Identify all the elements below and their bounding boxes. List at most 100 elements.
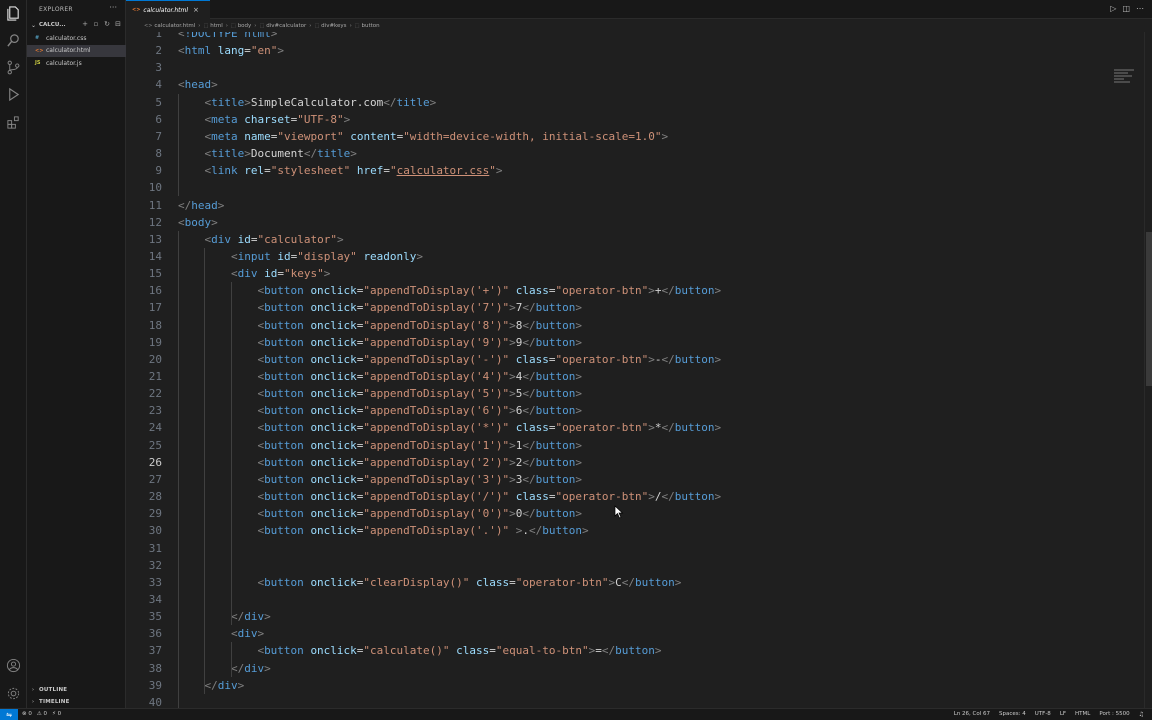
- code-line[interactable]: 26 <button onclick="appendToDisplay('2')"…: [126, 454, 1144, 471]
- code-line[interactable]: 33 <button onclick="clearDisplay()" class…: [126, 574, 1144, 591]
- more-actions-icon[interactable]: ···: [109, 3, 117, 12]
- code-line[interactable]: 32: [126, 557, 1144, 574]
- workspace-folder[interactable]: ⌄ CALCU... + ▫ ↻ ⊟: [27, 19, 126, 31]
- source-control-icon[interactable]: [5, 59, 22, 76]
- account-icon[interactable]: [5, 657, 22, 674]
- file-item[interactable]: # calculator.css: [27, 32, 126, 44]
- code-text: <button onclick="appendToDisplay('4')">4…: [257, 368, 582, 385]
- breadcrumb-item[interactable]: › ⬚ button: [347, 23, 380, 29]
- code-token: >: [661, 129, 669, 143]
- code-text: <div id="calculator">: [204, 231, 343, 248]
- code-line[interactable]: 2 <html lang="en">: [126, 42, 1144, 59]
- code-line[interactable]: 35 </div>: [126, 608, 1144, 625]
- code-token: <: [178, 32, 185, 40]
- code-line[interactable]: 37 <button onclick="calculate()" class="e…: [126, 642, 1144, 659]
- code-line[interactable]: 9 <link rel="stylesheet" href="calculator…: [126, 162, 1144, 179]
- code-line[interactable]: 40: [126, 694, 1144, 708]
- code-line[interactable]: 30 <button onclick="appendToDisplay('.')"…: [126, 522, 1144, 539]
- explorer-icon[interactable]: [5, 5, 22, 22]
- status-item[interactable]: HTML: [1075, 711, 1090, 718]
- code-line[interactable]: 10: [126, 179, 1144, 196]
- collapse-all-icon[interactable]: ⊟: [114, 20, 122, 28]
- code-token: button: [264, 284, 304, 298]
- code-line[interactable]: 36 <div>: [126, 625, 1144, 642]
- code-line[interactable]: 4 <head>: [126, 76, 1144, 93]
- code-line[interactable]: 16 <button onclick="appendToDisplay('+')"…: [126, 282, 1144, 299]
- breadcrumb-item[interactable]: › ⬚ html: [195, 23, 222, 29]
- status-item[interactable]: ⊗ 0: [22, 711, 32, 717]
- code-line[interactable]: 11 </head>: [126, 197, 1144, 214]
- code-line[interactable]: 17 <button onclick="appendToDisplay('7')"…: [126, 299, 1144, 316]
- status-item[interactable]: LF: [1060, 711, 1066, 718]
- code-token: </: [661, 284, 675, 298]
- code-token: onclick: [310, 575, 357, 589]
- code-line[interactable]: 8 <title>Document</title>: [126, 145, 1144, 162]
- tab-calculator-html[interactable]: <> calculator.html ×: [126, 0, 210, 19]
- timeline-section[interactable]: › TIMELINE: [27, 696, 126, 707]
- breadcrumb-item[interactable]: <> calculator.html: [144, 23, 195, 29]
- code-line[interactable]: 21 <button onclick="appendToDisplay('4')"…: [126, 368, 1144, 385]
- status-item[interactable]: Spaces: 4: [999, 711, 1026, 718]
- code-line[interactable]: 28 <button onclick="appendToDisplay('/')"…: [126, 488, 1144, 505]
- folder-name: CALCU...: [39, 22, 66, 28]
- status-item[interactable]: UTF-8: [1035, 711, 1051, 718]
- new-file-icon[interactable]: +: [81, 20, 89, 28]
- code-line[interactable]: 6 <meta charset="UTF-8">: [126, 111, 1144, 128]
- new-folder-icon[interactable]: ▫: [92, 20, 100, 28]
- extensions-icon[interactable]: [5, 114, 22, 131]
- code-text: <input id="display" readonly>: [231, 248, 423, 265]
- close-tab-icon[interactable]: ×: [193, 6, 199, 14]
- status-item[interactable]: ⚠ 0: [37, 711, 47, 717]
- breadcrumb-item[interactable]: › ⬚ div#keys: [306, 23, 346, 29]
- split-editor-icon[interactable]: ◫: [1122, 4, 1130, 13]
- line-number: 27: [148, 472, 162, 486]
- file-item[interactable]: <> calculator.html: [27, 44, 126, 57]
- code-line[interactable]: 5 <title>SimpleCalculator.com</title>: [126, 94, 1144, 111]
- line-number: 31: [148, 541, 162, 555]
- code-line[interactable]: 23 <button onclick="appendToDisplay('6')"…: [126, 402, 1144, 419]
- code-token: button: [264, 301, 304, 315]
- code-line[interactable]: 19 <button onclick="appendToDisplay('9')"…: [126, 334, 1144, 351]
- breadcrumb-item[interactable]: › ⬚ div#calculator: [251, 23, 306, 29]
- editor-scrollbar[interactable]: [1144, 32, 1152, 708]
- code-line[interactable]: 13 <div id="calculator">: [126, 231, 1144, 248]
- code-line[interactable]: 25 <button onclick="appendToDisplay('1')"…: [126, 437, 1144, 454]
- code-line[interactable]: 14 <input id="display" readonly>: [126, 248, 1144, 265]
- code-line[interactable]: 38 </div>: [126, 660, 1144, 677]
- code-line[interactable]: 18 <button onclick="appendToDisplay('8')"…: [126, 317, 1144, 334]
- status-item[interactable]: Ln 26, Col 67: [954, 711, 990, 718]
- remote-indicator-icon[interactable]: ⇋: [0, 709, 18, 720]
- code-line[interactable]: 12 <body>: [126, 214, 1144, 231]
- run-icon[interactable]: ▷: [1110, 4, 1116, 13]
- code-line[interactable]: 24 <button onclick="appendToDisplay('*')"…: [126, 419, 1144, 436]
- code-line[interactable]: 39 </div>: [126, 677, 1144, 694]
- code-editor[interactable]: 1 <!DOCTYPE html> 2 <html lang="en"> 3 4 <head…: [126, 32, 1144, 708]
- notifications-bell-icon[interactable]: ♫: [1139, 711, 1144, 718]
- more-actions-icon[interactable]: ⋯: [1136, 4, 1144, 13]
- code-line[interactable]: 27 <button onclick="appendToDisplay('3')"…: [126, 471, 1144, 488]
- code-line[interactable]: 20 <button onclick="appendToDisplay('-')"…: [126, 351, 1144, 368]
- code-text: <button onclick="appendToDisplay('-')" c…: [257, 351, 721, 368]
- code-line[interactable]: 15 <div id="keys">: [126, 265, 1144, 282]
- code-token: div: [217, 678, 238, 692]
- file-item[interactable]: JS calculator.js: [27, 57, 126, 69]
- outline-section[interactable]: › OUTLINE: [27, 684, 126, 695]
- code-line[interactable]: 22 <button onclick="appendToDisplay('5')"…: [126, 385, 1144, 402]
- search-icon[interactable]: [5, 32, 22, 49]
- code-line[interactable]: 1 <!DOCTYPE html>: [126, 32, 1144, 42]
- code-token: button: [264, 352, 304, 366]
- code-token: button: [674, 421, 715, 435]
- code-line[interactable]: 3: [126, 59, 1144, 76]
- breadcrumb-item[interactable]: › ⬚ body: [223, 23, 252, 29]
- line-number: 19: [148, 335, 162, 349]
- refresh-icon[interactable]: ↻: [103, 20, 111, 28]
- code-line[interactable]: 34: [126, 591, 1144, 608]
- run-debug-icon[interactable]: [5, 86, 22, 103]
- scrollbar-thumb[interactable]: [1146, 232, 1152, 386]
- status-item[interactable]: Port : 5500: [1099, 711, 1129, 718]
- code-line[interactable]: 31: [126, 540, 1144, 557]
- code-line[interactable]: 29 <button onclick="appendToDisplay('0')"…: [126, 505, 1144, 522]
- status-item[interactable]: ⚡ 0: [52, 711, 61, 717]
- settings-gear-icon[interactable]: [5, 685, 22, 702]
- code-line[interactable]: 7 <meta name="viewport" content="width=de…: [126, 128, 1144, 145]
